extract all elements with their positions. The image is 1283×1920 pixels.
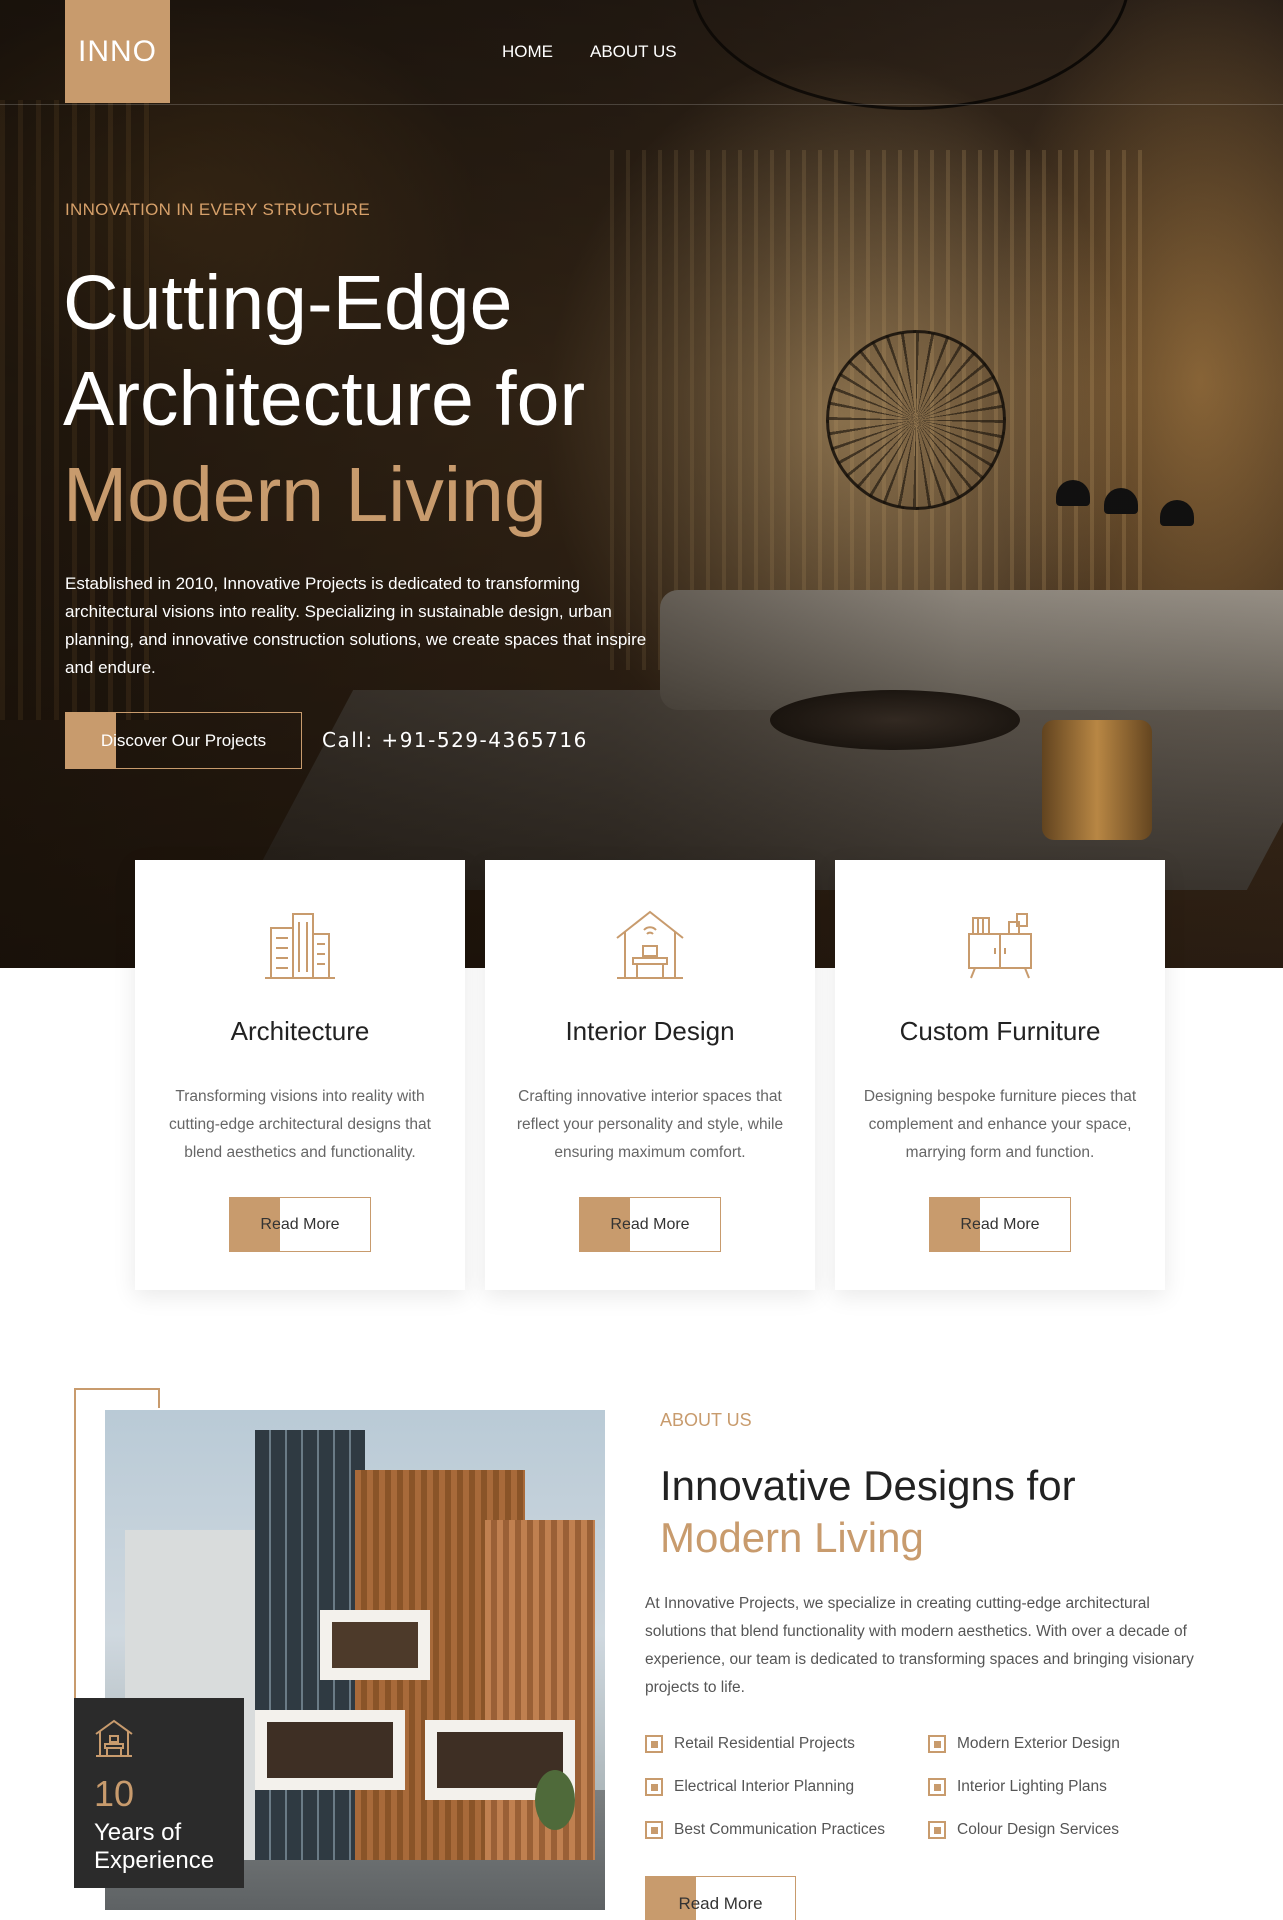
hero-eyebrow: INNOVATION IN EVERY STRUCTURE: [65, 200, 370, 219]
services-cards: Architecture Transforming visions into r…: [135, 860, 1165, 1290]
feature-label: Interior Lighting Plans: [957, 1778, 1107, 1795]
feature-label: Colour Design Services: [957, 1821, 1119, 1838]
read-more-label: Read More: [678, 1893, 763, 1913]
service-text: Designing bespoke furniture pieces that …: [863, 1088, 1137, 1161]
feature-item: Retail Residential Projects: [645, 1733, 928, 1755]
about-description: At Innovative Projects, we specialize in…: [645, 1595, 1194, 1696]
feature-label: Retail Residential Projects: [674, 1735, 855, 1752]
feature-item: Electrical Interior Planning: [645, 1776, 928, 1798]
building-icon: [265, 913, 335, 979]
discover-projects-label: Discover Our Projects: [100, 730, 267, 750]
service-card-architecture: Architecture Transforming visions into r…: [135, 860, 465, 1290]
service-title: Architecture: [230, 1016, 370, 1046]
hero-description: Established in 2010, Innovative Projects…: [65, 574, 647, 677]
hero-title-line2: Architecture for: [63, 356, 586, 442]
read-more-button[interactable]: Read More: [579, 1197, 721, 1252]
read-more-label: Read More: [260, 1215, 340, 1233]
feature-list: Retail Residential Projects Modern Exter…: [645, 1733, 1205, 1841]
top-nav: INNO HOME ABOUT US: [0, 0, 1283, 105]
checkbox-square-icon: [645, 1735, 663, 1753]
discover-projects-button[interactable]: Discover Our Projects: [65, 712, 302, 769]
feature-label: Best Communication Practices: [674, 1821, 886, 1838]
image-balcony: [320, 1610, 430, 1680]
house-desk-icon: [95, 1719, 133, 1757]
feature-item: Best Communication Practices: [645, 1819, 928, 1841]
read-more-label: Read More: [960, 1215, 1040, 1233]
checkbox-square-icon: [645, 1778, 663, 1796]
feature-item: Interior Lighting Plans: [928, 1776, 1208, 1798]
experience-number: 10: [94, 1773, 135, 1814]
image-tree: [535, 1770, 575, 1830]
experience-label: Years of Experience: [94, 1819, 215, 1874]
service-title: Interior Design: [565, 1016, 735, 1046]
call-phone-link[interactable]: Call: +91-529-4365716: [322, 728, 588, 752]
about-read-more-button[interactable]: Read More: [645, 1876, 796, 1920]
about-eyebrow: ABOUT US: [660, 1410, 752, 1430]
feature-label: Modern Exterior Design: [957, 1735, 1120, 1752]
about-title-accent: Modern Living: [660, 1514, 924, 1561]
feature-item: Modern Exterior Design: [928, 1733, 1208, 1755]
image-balcony: [255, 1710, 405, 1790]
service-card-custom-furniture: Custom Furniture Designing bespoke furni…: [835, 860, 1165, 1290]
feature-item: Colour Design Services: [928, 1819, 1208, 1841]
read-more-label: Read More: [610, 1215, 690, 1233]
logo[interactable]: INNO: [65, 0, 170, 103]
house-desk-icon: [616, 910, 684, 979]
service-title: Custom Furniture: [899, 1016, 1101, 1046]
service-text: Crafting innovative interior spaces that…: [516, 1088, 784, 1161]
about-title: Innovative Designs for Modern Living: [660, 1460, 1076, 1564]
checkbox-square-icon: [928, 1821, 946, 1839]
cabinet-icon: [968, 913, 1032, 979]
nav-link-about-us[interactable]: ABOUT US: [590, 42, 677, 62]
experience-badge: 10 Years of Experience: [74, 1698, 244, 1888]
service-text: Transforming visions into reality with c…: [169, 1088, 431, 1161]
hero-title-accent: Modern Living: [63, 452, 547, 538]
feature-label: Electrical Interior Planning: [674, 1778, 855, 1795]
nav-link-home[interactable]: HOME: [502, 42, 553, 62]
checkbox-square-icon: [928, 1735, 946, 1753]
service-card-interior-design: Interior Design Crafting innovative inte…: [485, 860, 815, 1290]
read-more-button[interactable]: Read More: [229, 1197, 371, 1252]
read-more-button[interactable]: Read More: [929, 1197, 1071, 1252]
about-title-line1: Innovative Designs for: [660, 1462, 1076, 1509]
hero-title: Cutting-Edge Architecture for Modern Liv…: [63, 255, 585, 543]
checkbox-square-icon: [645, 1821, 663, 1839]
hero-title-line1: Cutting-Edge: [63, 260, 513, 346]
checkbox-square-icon: [928, 1778, 946, 1796]
hero-section: INNO HOME ABOUT US INNOVATION IN EVERY S…: [0, 0, 1283, 968]
